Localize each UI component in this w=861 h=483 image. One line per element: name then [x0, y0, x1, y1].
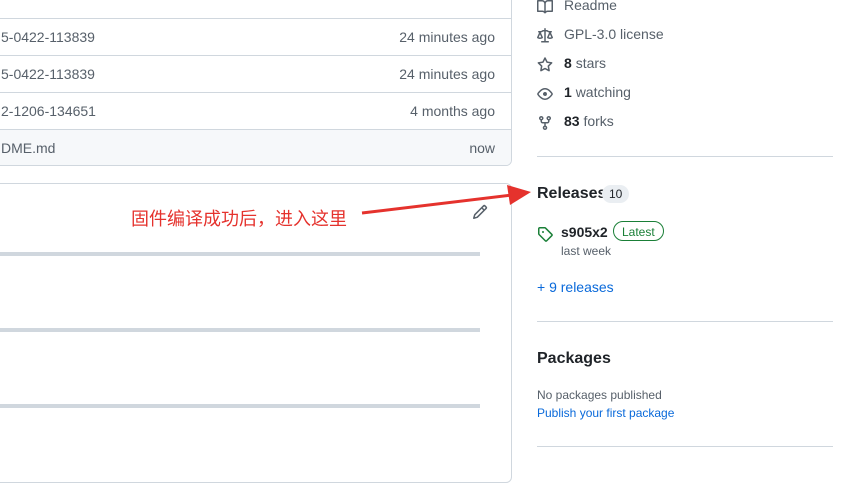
forks-label: forks: [583, 113, 614, 129]
license-label: GPL-3.0 license: [564, 26, 664, 42]
law-icon: [537, 28, 553, 43]
releases-heading[interactable]: Releases: [537, 185, 606, 203]
repo-forked-icon: [539, 116, 551, 131]
star-icon: [537, 57, 553, 72]
packages-empty-text: No packages published: [537, 388, 662, 402]
tag-icon: [538, 227, 553, 242]
readme-label: Readme: [564, 0, 617, 13]
more-releases-link[interactable]: + 9 releases: [537, 279, 614, 295]
stars-count: 8: [564, 55, 572, 71]
publish-package-link[interactable]: Publish your first package: [537, 406, 674, 420]
latest-release-link[interactable]: s905x2: [561, 224, 608, 240]
annotation-arrow: [361, 185, 531, 215]
divider: [537, 156, 833, 157]
divider: [537, 321, 833, 322]
watching-label: watching: [575, 84, 631, 100]
divider: [537, 446, 833, 447]
forks-count: 83: [564, 113, 580, 129]
releases-count-badge: 10: [602, 185, 630, 203]
packages-heading[interactable]: Packages: [537, 350, 611, 368]
watching-count: 1: [564, 84, 572, 100]
book-icon: [537, 0, 553, 14]
latest-badge: Latest: [613, 221, 664, 241]
eye-icon: [537, 88, 553, 100]
release-date: last week: [561, 244, 612, 258]
stars-label: stars: [575, 55, 607, 71]
